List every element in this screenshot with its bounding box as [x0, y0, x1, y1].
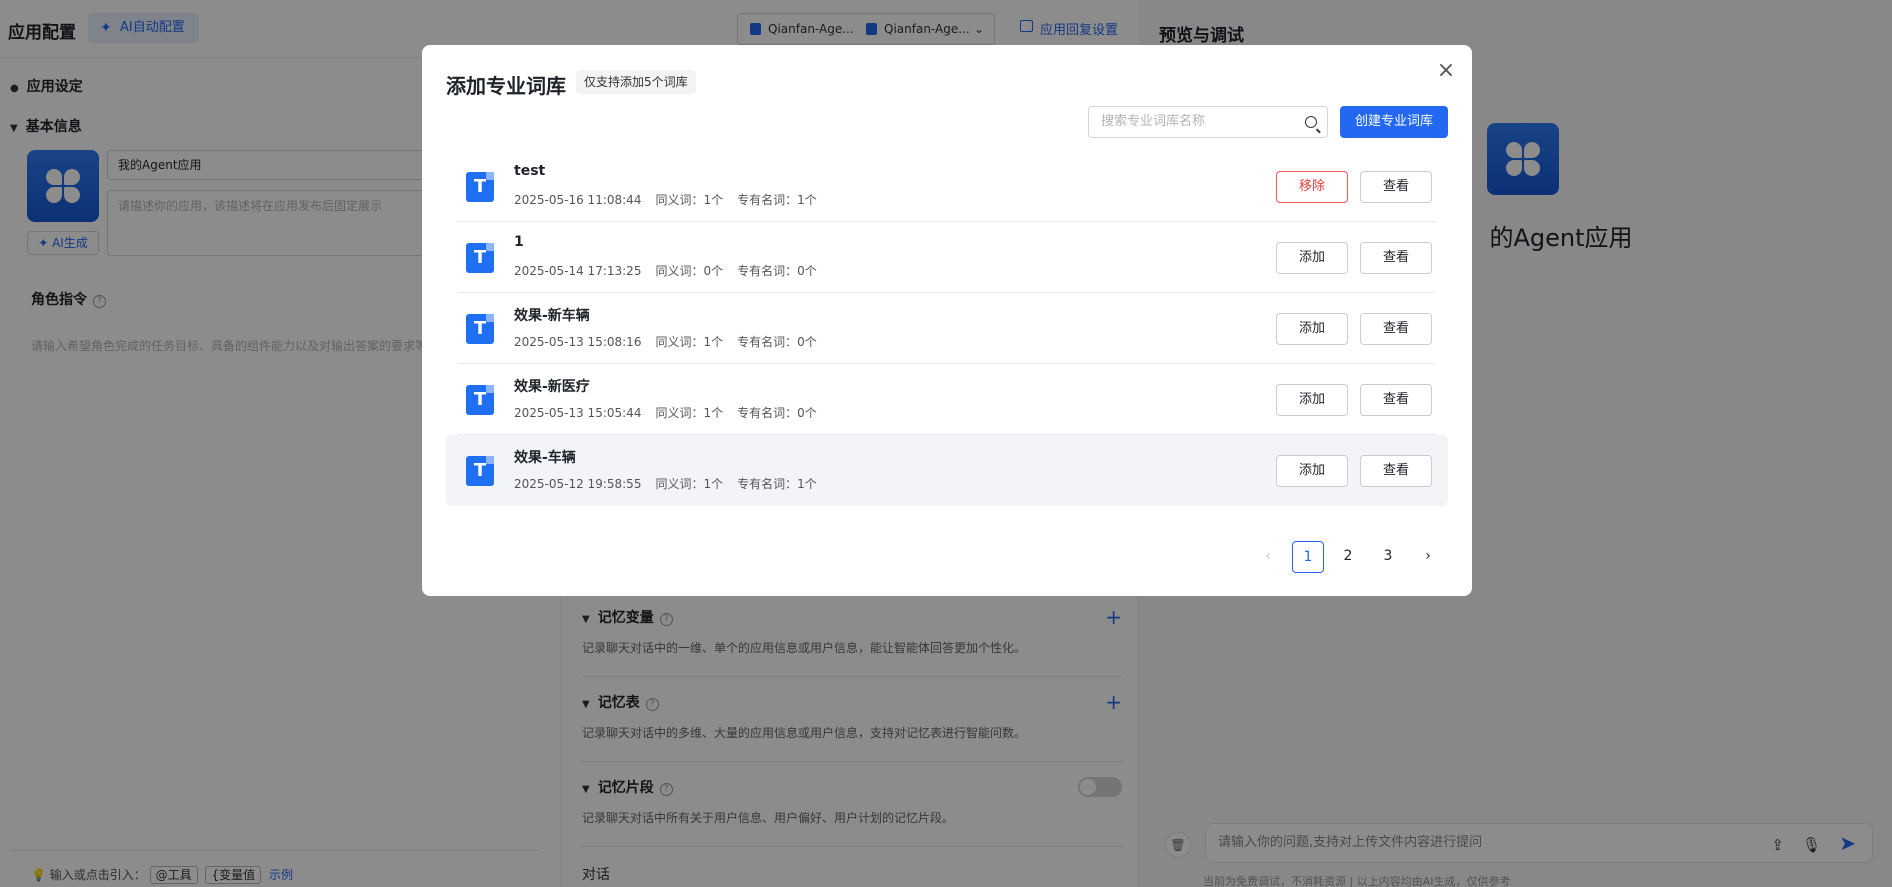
view-button[interactable]: 查看: [1360, 313, 1432, 345]
library-meta: 2025-05-12 19:58:55 同义词：1个 专有名词：1个: [514, 477, 817, 491]
library-meta: 2025-05-14 17:13:25 同义词：0个 专有名词：0个: [514, 264, 817, 278]
document-icon: T: [466, 314, 494, 344]
list-item: T 效果-车辆 2025-05-12 19:58:55 同义词：1个 专有名词：1个…: [446, 435, 1448, 506]
library-search-input[interactable]: 搜索专业词库名称: [1088, 106, 1328, 138]
page-1-button[interactable]: 1: [1292, 541, 1324, 573]
modal-title: 添加专业词库: [446, 74, 566, 98]
library-meta: 2025-05-16 11:08:44 同义词：1个 专有名词：1个: [514, 193, 817, 207]
view-button[interactable]: 查看: [1360, 384, 1432, 416]
remove-button[interactable]: 移除: [1276, 171, 1348, 203]
document-icon: T: [466, 172, 494, 202]
close-icon[interactable]: ×: [1434, 60, 1458, 84]
add-button[interactable]: 添加: [1276, 242, 1348, 274]
prev-page-button[interactable]: ‹: [1252, 541, 1284, 573]
library-name: 效果-车辆: [514, 450, 576, 466]
library-name: 1: [514, 234, 524, 250]
library-list: T test 2025-05-16 11:08:44 同义词：1个 专有名词：1个 …: [446, 151, 1448, 506]
page-3-button[interactable]: 3: [1372, 541, 1404, 573]
list-item: T 效果-新车辆 2025-05-13 15:08:16 同义词：1个 专有名词：0…: [458, 293, 1436, 364]
limit-badge: 仅支持添加5个词库: [576, 70, 696, 94]
document-icon: T: [466, 456, 494, 486]
library-name: 效果-新医疗: [514, 379, 590, 395]
list-item: T test 2025-05-16 11:08:44 同义词：1个 专有名词：1个 …: [458, 151, 1436, 222]
next-page-button[interactable]: ›: [1412, 541, 1444, 573]
add-library-modal: 添加专业词库 仅支持添加5个词库 × 搜索专业词库名称 创建专业词库 T tes…: [422, 45, 1472, 596]
page-2-button[interactable]: 2: [1332, 541, 1364, 573]
view-button[interactable]: 查看: [1360, 455, 1432, 487]
search-placeholder: 搜索专业词库名称: [1101, 114, 1206, 129]
list-item: T 效果-新医疗 2025-05-13 15:05:44 同义词：1个 专有名词：0…: [458, 364, 1436, 435]
library-meta: 2025-05-13 15:05:44 同义词：1个 专有名词：0个: [514, 406, 817, 420]
view-button[interactable]: 查看: [1360, 171, 1432, 203]
view-button[interactable]: 查看: [1360, 242, 1432, 274]
document-icon: T: [466, 243, 494, 273]
list-item: T 1 2025-05-14 17:13:25 同义词：0个 专有名词：0个 添加 …: [458, 222, 1436, 293]
library-name: test: [514, 163, 546, 179]
search-icon[interactable]: [1305, 116, 1317, 128]
create-library-button[interactable]: 创建专业词库: [1340, 106, 1448, 138]
document-icon: T: [466, 385, 494, 415]
add-button[interactable]: 添加: [1276, 313, 1348, 345]
add-button[interactable]: 添加: [1276, 384, 1348, 416]
library-meta: 2025-05-13 15:08:16 同义词：1个 专有名词：0个: [514, 335, 817, 349]
library-name: 效果-新车辆: [514, 308, 590, 324]
add-button[interactable]: 添加: [1276, 455, 1348, 487]
